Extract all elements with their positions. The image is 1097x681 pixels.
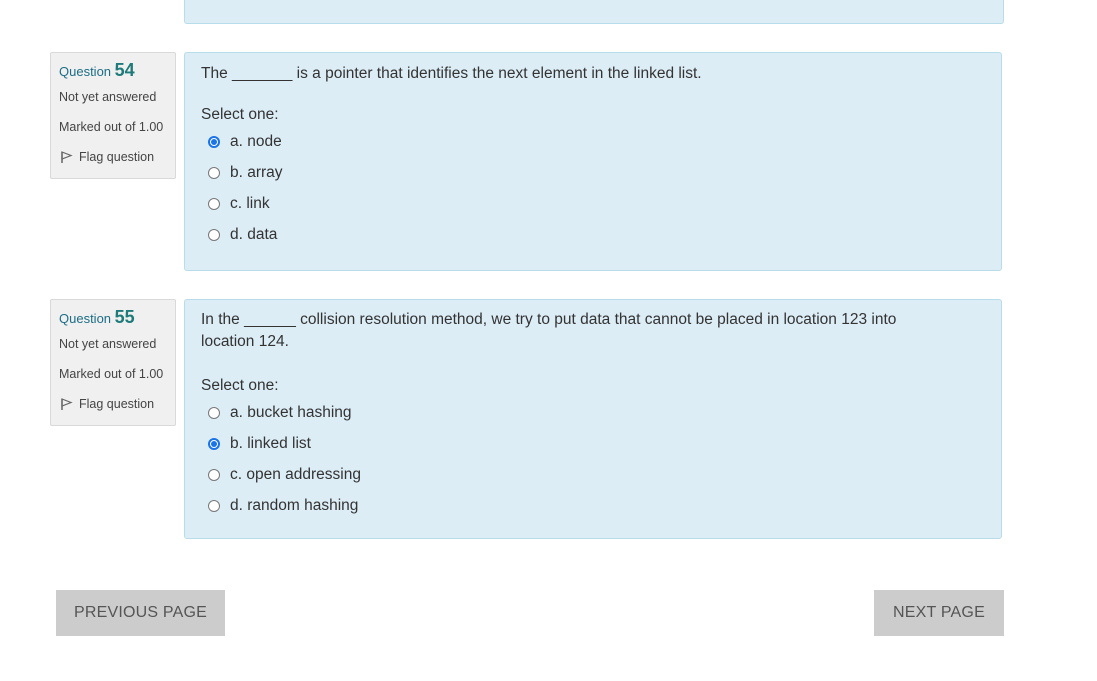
- radio-button[interactable]: [208, 437, 220, 450]
- answer-option[interactable]: d. random hashing: [201, 490, 985, 521]
- radio-button[interactable]: [208, 499, 220, 512]
- radio-button[interactable]: [208, 197, 220, 210]
- radio-button[interactable]: [208, 166, 220, 179]
- question-text: In the ______ collision resolution metho…: [201, 311, 897, 350]
- flag-icon: [61, 398, 73, 410]
- question-text: The _______ is a pointer that identifies…: [201, 65, 702, 82]
- next-page-button[interactable]: NEXT PAGE: [874, 590, 1004, 636]
- flag-question-link[interactable]: Flag question: [59, 150, 167, 164]
- question-state: Not yet answered: [59, 90, 157, 104]
- radio-button[interactable]: [208, 406, 220, 419]
- previous-question-content: [184, 0, 1004, 24]
- answer-option[interactable]: c. open addressing: [201, 459, 985, 490]
- flag-question-label: Flag question: [79, 150, 155, 164]
- answer-option[interactable]: d. data: [201, 219, 985, 250]
- select-one-label: Select one:: [201, 377, 279, 394]
- radio-button[interactable]: [208, 468, 220, 481]
- question-number: Question 55: [59, 307, 135, 327]
- previous-page-button[interactable]: PREVIOUS PAGE: [56, 590, 225, 636]
- answer-option[interactable]: b. array: [201, 157, 985, 188]
- answer-options: a. bucket hashing b. linked list c. open…: [201, 397, 985, 521]
- answer-option[interactable]: a. node: [201, 126, 985, 157]
- answer-options: a. node b. array c. link d. data: [201, 126, 985, 250]
- question-info-55: Question 55 Not yet answered Marked out …: [50, 299, 176, 426]
- question-content-55: In the ______ collision resolution metho…: [184, 299, 1002, 539]
- question-state: Not yet answered: [59, 337, 157, 351]
- flag-question-label: Flag question: [79, 397, 155, 411]
- answer-option[interactable]: a. bucket hashing: [201, 397, 985, 428]
- flag-icon: [61, 151, 73, 163]
- question-content-54: The _______ is a pointer that identifies…: [184, 52, 1002, 271]
- question-number: Question 54: [59, 60, 135, 80]
- select-one-label: Select one:: [201, 106, 279, 123]
- flag-question-link[interactable]: Flag question: [59, 397, 167, 411]
- question-grade: Marked out of 1.00: [59, 120, 164, 134]
- question-info-54: Question 54 Not yet answered Marked out …: [50, 52, 176, 179]
- radio-button[interactable]: [208, 135, 220, 148]
- question-grade: Marked out of 1.00: [59, 367, 164, 381]
- answer-option[interactable]: c. link: [201, 188, 985, 219]
- radio-button[interactable]: [208, 228, 220, 241]
- answer-option[interactable]: b. linked list: [201, 428, 985, 459]
